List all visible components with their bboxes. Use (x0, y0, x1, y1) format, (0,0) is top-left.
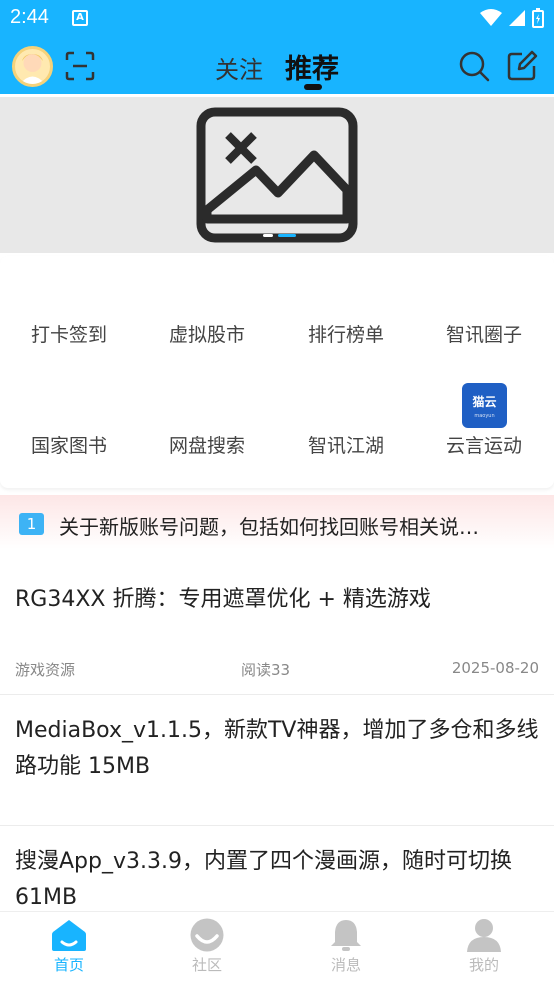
post-item[interactable]: 搜漫App_v3.3.9，内置了四个漫画源，随时可切换61MB (0, 827, 554, 917)
status-bar: 2:44 A (0, 0, 554, 38)
status-time: 2:44 (10, 6, 49, 28)
app-logo-subtext: maoyun (474, 413, 495, 419)
wifi-icon (480, 9, 502, 26)
edit-icon[interactable] (506, 50, 538, 82)
home-icon (52, 920, 86, 951)
search-icon[interactable] (458, 50, 490, 82)
nav-community-label: 社区 (191, 956, 222, 974)
bottom-navigation: 首页 社区 消息 我的 (0, 911, 554, 985)
nav-home[interactable]: 首页 (0, 918, 138, 984)
announcement-badge: 1 (19, 513, 44, 535)
carousel-indicator (263, 234, 296, 237)
announcement-text[interactable]: 关于新版账号问题，包括如何找回账号相关说… (59, 511, 539, 540)
shortcut-jianghu[interactable]: 智讯江湖 (277, 431, 415, 458)
shortcut-library[interactable]: 国家图书 (0, 431, 138, 458)
avatar[interactable] (12, 46, 53, 87)
shortcut-virtual-stock[interactable]: 虚拟股市 (138, 320, 276, 347)
bell-icon (331, 920, 361, 951)
profile-icon (467, 919, 501, 952)
post-title[interactable]: RG34XX 折腾：专用遮罩优化 + 精选游戏 (15, 582, 540, 618)
community-icon (190, 918, 224, 952)
system-icons (480, 8, 544, 28)
battery-icon (532, 8, 544, 28)
tab-indicator (304, 84, 322, 90)
notification-icon: A (72, 10, 88, 26)
post-reads: 阅读33 (241, 661, 291, 679)
post-category[interactable]: 游戏资源 (15, 659, 75, 680)
post-title[interactable]: 搜漫App_v3.3.9，内置了四个漫画源，随时可切换61MB (15, 844, 540, 916)
nav-profile-label: 我的 (468, 956, 499, 974)
post-title[interactable]: MediaBox_v1.1.5，新款TV神器，增加了多仓和多线路功能 15MB (15, 713, 540, 785)
nav-profile[interactable]: 我的 (415, 918, 553, 984)
avatar-face-icon (20, 54, 45, 84)
shortcut-circle[interactable]: 智讯圈子 (415, 320, 553, 347)
shortcut-checkin[interactable]: 打卡签到 (0, 320, 138, 347)
app-logo-icon[interactable]: 猫云 maoyun (462, 383, 507, 428)
post-item[interactable]: RG34XX 折腾：专用遮罩优化 + 精选游戏 游戏资源 阅读33 2025-0… (0, 560, 554, 695)
announcement-bar[interactable]: 1 关于新版账号问题，包括如何找回账号相关说… (0, 495, 554, 549)
scan-icon[interactable] (64, 50, 96, 82)
tab-follow[interactable]: 关注 (215, 50, 263, 85)
signal-icon (509, 10, 525, 26)
nav-messages-label: 消息 (330, 956, 361, 974)
nav-messages[interactable]: 消息 (277, 918, 415, 984)
shortcut-leaderboard[interactable]: 排行榜单 (277, 320, 415, 347)
nav-home-label: 首页 (53, 956, 84, 974)
broken-image-icon (196, 107, 358, 243)
shortcut-netdisk-search[interactable]: 网盘搜索 (138, 431, 276, 458)
app-logo-text: 猫云 (472, 395, 497, 409)
banner-carousel[interactable] (0, 97, 554, 253)
tab-recommend[interactable]: 推荐 (285, 47, 339, 86)
carousel-dot-active (278, 234, 296, 237)
nav-community[interactable]: 社区 (138, 918, 276, 984)
top-app-bar: 关注 推荐 (0, 38, 554, 94)
shortcut-sport[interactable]: 云言运动 (415, 431, 553, 458)
post-item[interactable]: MediaBox_v1.1.5，新款TV神器，增加了多仓和多线路功能 15MB (0, 696, 554, 826)
post-date: 2025-08-20 (451, 659, 539, 677)
carousel-dot (263, 234, 273, 237)
